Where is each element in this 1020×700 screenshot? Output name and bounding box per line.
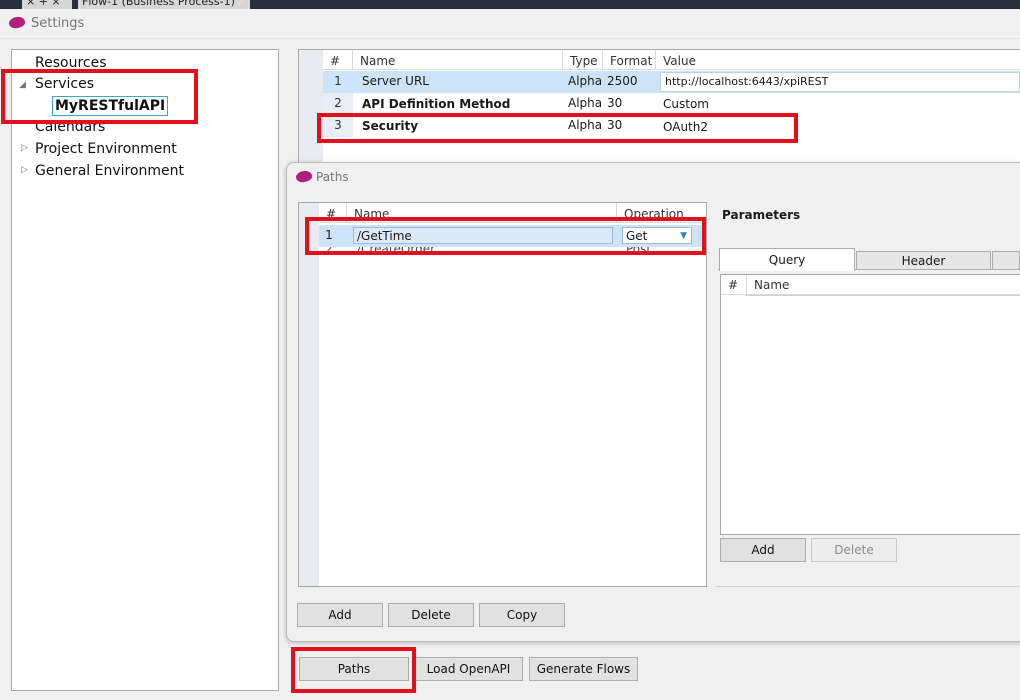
tab-flow-1[interactable]: Flow-1 (Business Process-1) × [78, 0, 250, 9]
tab-close-icon[interactable]: × [236, 0, 245, 9]
settings-title-bar [0, 9, 1020, 39]
query-parameters-grid [720, 274, 1020, 535]
grid-header-row: # Name [721, 275, 1020, 295]
generate-flows-button[interactable]: Generate Flows [529, 657, 638, 681]
header-shadow [745, 295, 1020, 296]
grid-header-row: # Name Type Format Value [323, 50, 1020, 70]
cell-format: 2500 [607, 74, 638, 88]
parameters-divider [716, 586, 1020, 587]
cell-type: Alpha [568, 96, 603, 110]
collapsed-triangle-icon[interactable]: ▷ [21, 143, 28, 153]
parameters-title: Parameters [722, 208, 801, 222]
cell-name: API Definition Method [362, 97, 511, 111]
server-url-field[interactable]: http://localhost:6443/xpiREST [660, 72, 1020, 92]
load-openapi-button[interactable]: Load OpenAPI [414, 657, 523, 681]
column-header-name[interactable]: Name [353, 50, 563, 70]
table-row[interactable]: 1 Server URL Alpha 2500 http://localhost… [323, 71, 1020, 93]
column-header-format[interactable]: Format [603, 50, 656, 70]
cell-name: Server URL [362, 74, 429, 88]
column-header-name[interactable]: Name [747, 275, 1020, 295]
tree-item-project-environment[interactable]: Project Environment [35, 141, 177, 157]
window-title: Settings [31, 16, 85, 31]
row-number: 1 [323, 71, 353, 93]
delete-path-button[interactable]: Delete [388, 603, 474, 627]
highlight-box-path-row [305, 217, 706, 255]
delete-parameter-button: Delete [811, 538, 897, 562]
tab-flow-1-label: Flow-1 (Business Process-1) [82, 0, 235, 8]
grid-gutter [299, 50, 323, 163]
table-row[interactable]: 2 API Definition Method Alpha 30 Custom [323, 93, 1020, 115]
tab-controls[interactable]: × + × [22, 0, 72, 9]
highlight-box-security [317, 113, 798, 143]
tab-header[interactable]: Header [856, 251, 991, 270]
cell-value[interactable]: Custom [663, 97, 709, 111]
highlight-box-services [1, 69, 198, 124]
column-header-type[interactable]: Type [563, 50, 603, 70]
tab-more[interactable] [992, 251, 1020, 270]
highlight-box-paths-button [291, 647, 416, 693]
add-path-button[interactable]: Add [297, 603, 383, 627]
tab-query[interactable]: Query [719, 248, 855, 271]
cell-type: Alpha [568, 74, 603, 88]
column-header-value[interactable]: Value [656, 50, 1020, 70]
paths-dialog-title: Paths [316, 170, 349, 184]
column-header-num: # [721, 275, 747, 295]
tree-item-general-environment[interactable]: General Environment [35, 163, 184, 179]
column-header-num: # [323, 50, 353, 70]
add-parameter-button[interactable]: Add [720, 538, 806, 562]
collapsed-triangle-icon[interactable]: ▷ [21, 165, 28, 175]
grid-gutter [299, 203, 319, 586]
copy-path-button[interactable]: Copy [479, 603, 565, 627]
row-number: 2 [323, 93, 353, 115]
cell-format: 30 [607, 96, 623, 110]
